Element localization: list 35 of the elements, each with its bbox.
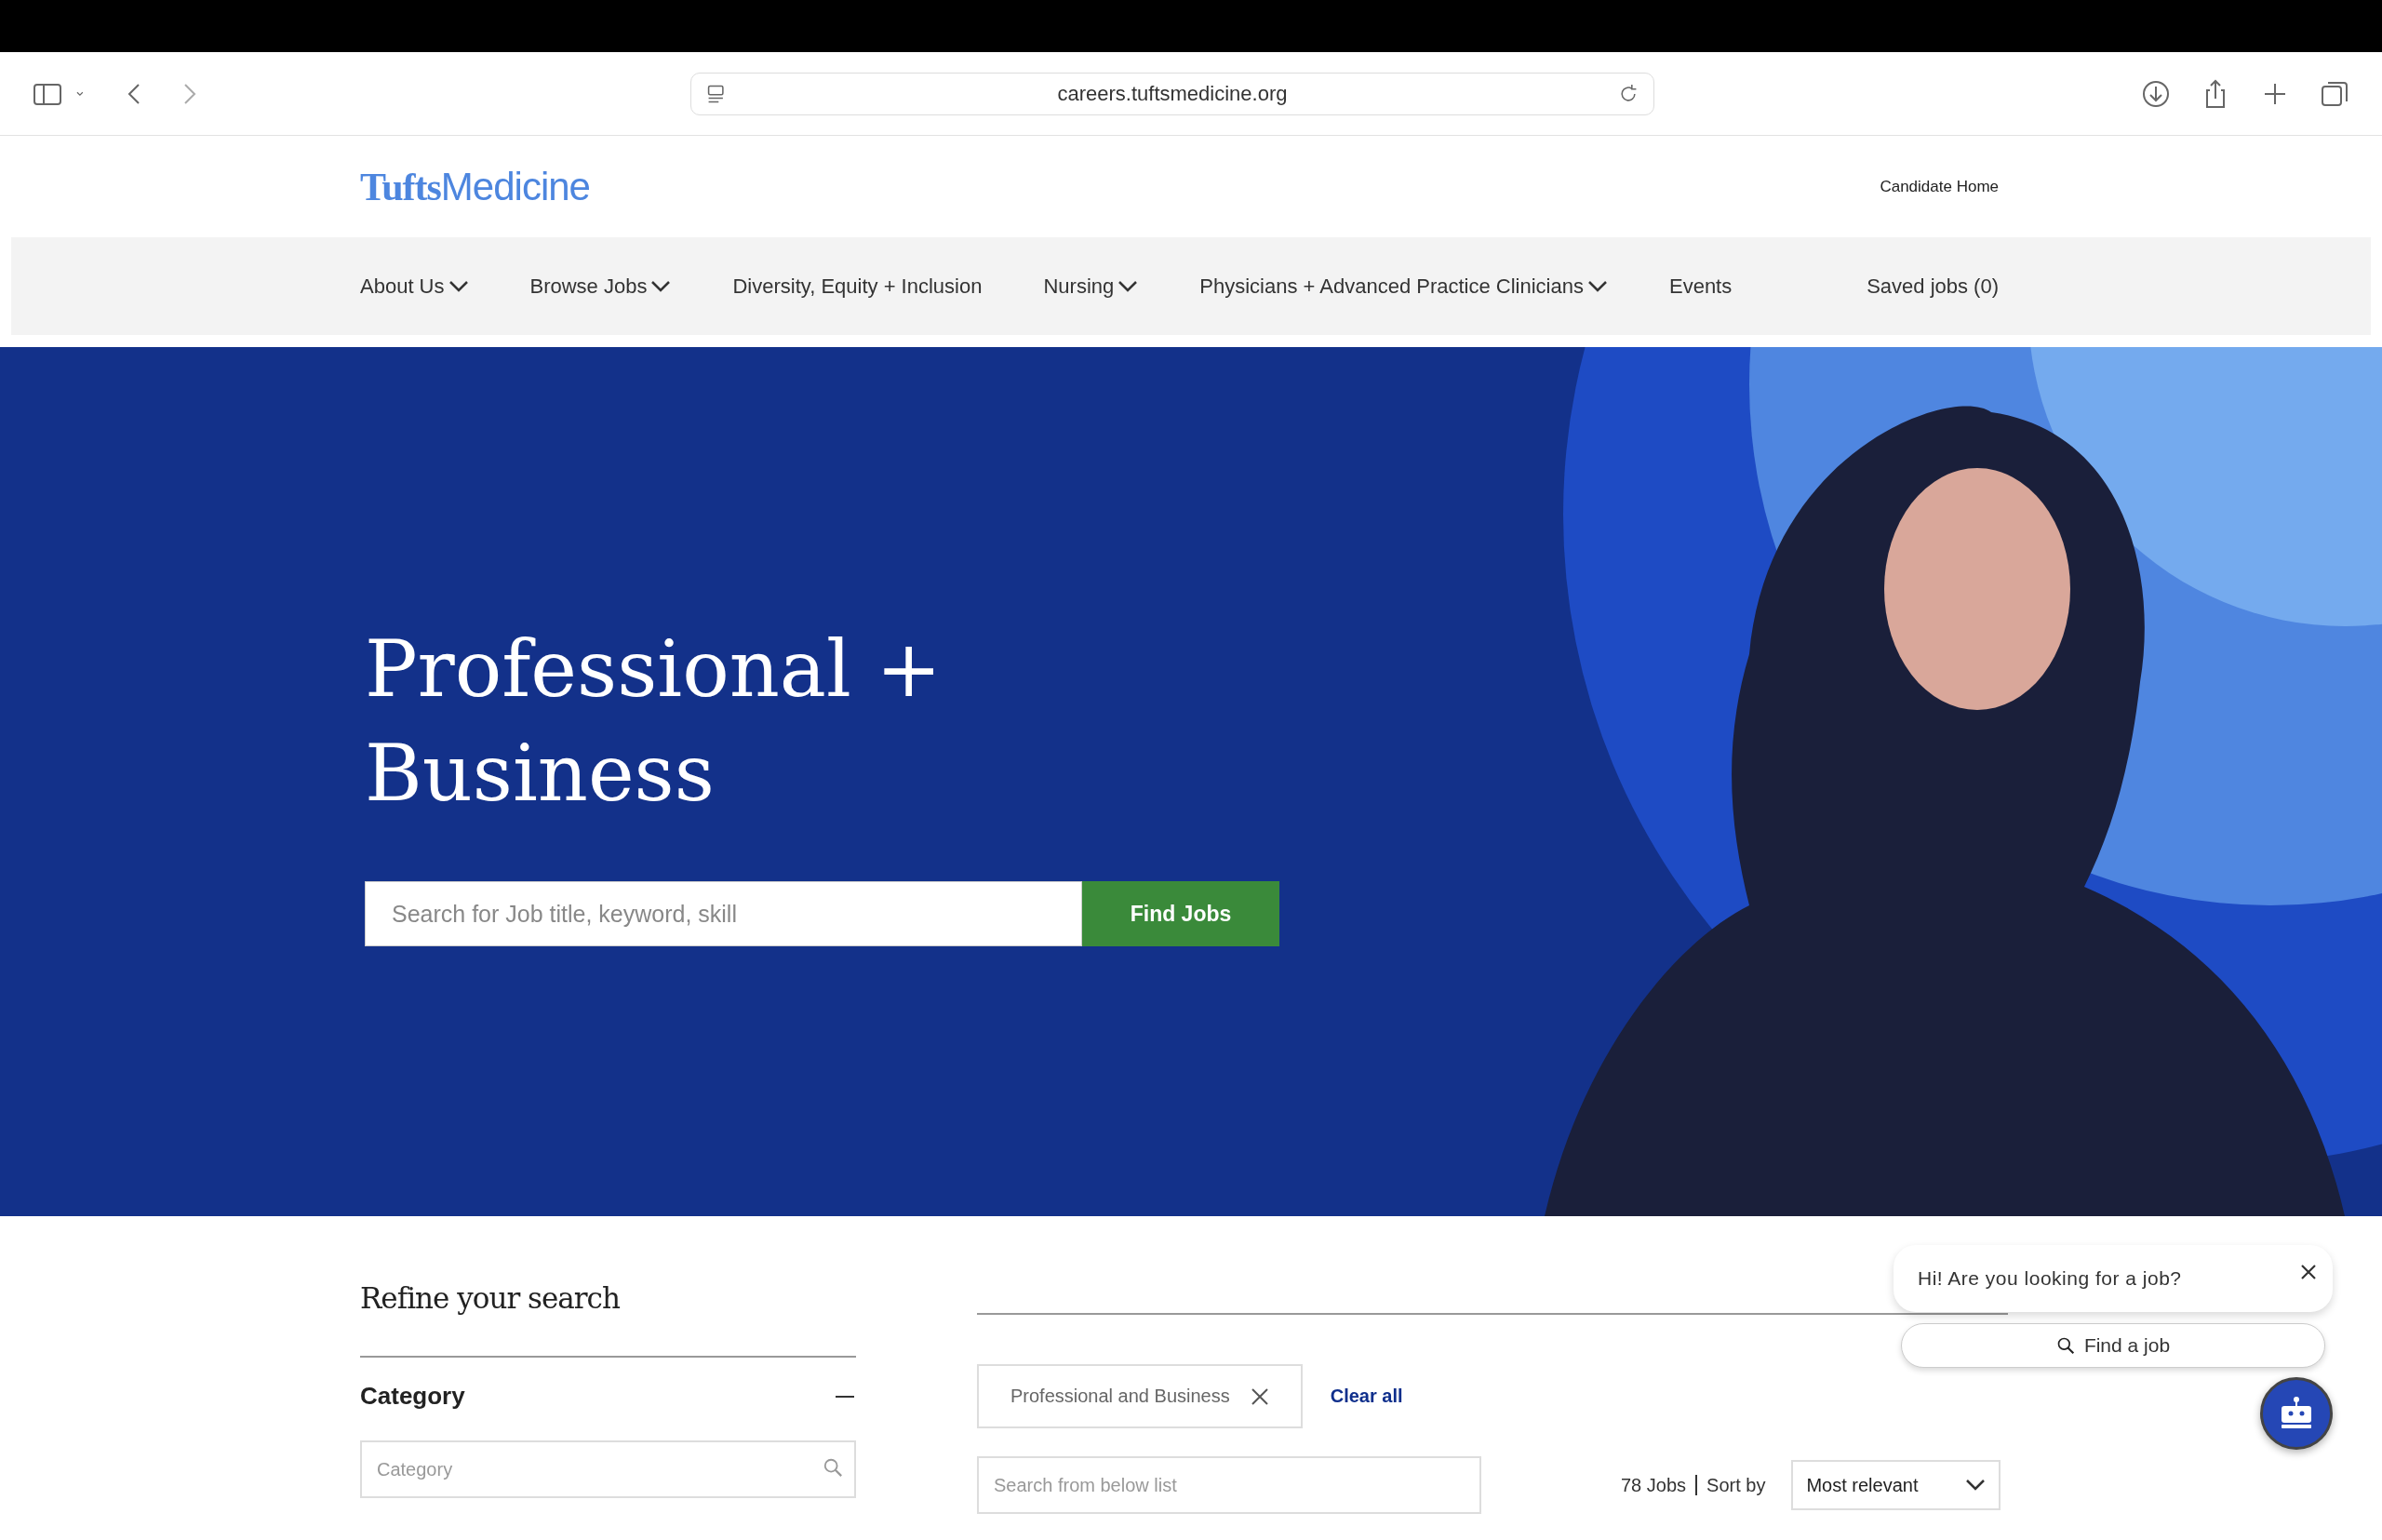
tufts-medicine-logo[interactable]: TuftsMedicine [360, 164, 590, 209]
candidate-home-link[interactable]: Candidate Home [1880, 177, 1999, 196]
refine-heading: Refine your search [360, 1281, 621, 1315]
find-jobs-button[interactable]: Find Jobs [1082, 881, 1279, 946]
nav-item[interactable]: Physicians + Advanced Practice Clinicians [1199, 274, 1608, 299]
nav-item[interactable]: About Us [360, 274, 469, 299]
chevron-down-icon [650, 279, 672, 293]
saved-jobs-link[interactable]: Saved jobs (0) [1867, 274, 1999, 299]
robot-icon [2279, 1396, 2314, 1431]
nav-item[interactable]: Events [1668, 274, 1733, 299]
chevron-down-icon [1117, 279, 1139, 293]
chevron-down-icon [1586, 279, 1608, 293]
list-search-field[interactable]: Search from below list [977, 1456, 1481, 1514]
filter-label: Professional and Business [1010, 1386, 1230, 1407]
address-bar[interactable]: careers.tuftsmedicine.org [690, 72, 1654, 115]
nav-item[interactable]: Nursing [1043, 274, 1139, 299]
clear-all-link[interactable]: Clear all [1330, 1386, 1403, 1407]
sort-label: Sort by [1706, 1474, 1766, 1496]
search-icon [823, 1457, 843, 1478]
job-search-field[interactable]: Search for Job title, keyword, skill [365, 881, 1082, 946]
category-search-field[interactable]: Category [360, 1440, 856, 1498]
nav-item[interactable]: Browse Jobs [529, 274, 672, 299]
url-text: careers.tuftsmedicine.org [1056, 81, 1289, 106]
chatbot-button[interactable] [2260, 1377, 2333, 1450]
job-count: 78 Jobs [1621, 1475, 1698, 1495]
search-icon [2055, 1336, 2075, 1355]
nav-item[interactable]: Diversity, Equity + Inclusion [732, 274, 983, 299]
close-icon[interactable] [1250, 1386, 1269, 1406]
chat-greeting: Hi! Are you looking for a job? [1918, 1267, 2182, 1290]
chevron-down-icon [448, 279, 469, 293]
chevron-down-icon [1965, 1479, 1987, 1492]
sort-select[interactable]: Most relevant [1791, 1460, 2001, 1510]
hero-title: Professional + Business [365, 623, 943, 821]
category-heading: Category [360, 1382, 465, 1411]
find-a-job-button[interactable]: Find a job [1901, 1323, 2325, 1368]
